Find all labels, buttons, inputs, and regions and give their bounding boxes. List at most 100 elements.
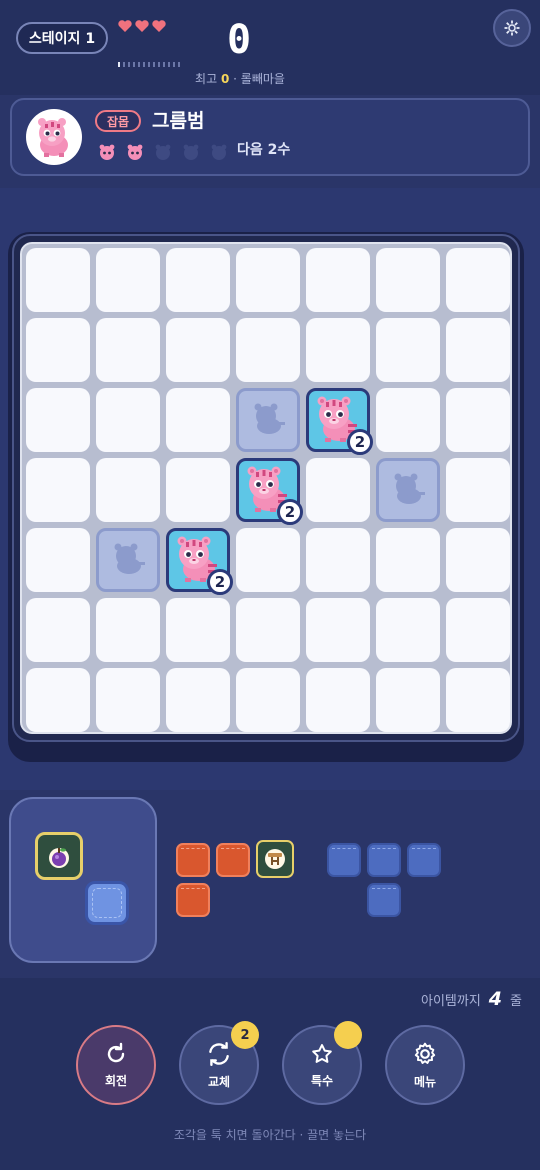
empty-cell[interactable] xyxy=(166,668,230,732)
empty-cell[interactable] xyxy=(446,388,510,452)
empty-cell[interactable] xyxy=(376,318,440,382)
orange-block[interactable] xyxy=(176,883,210,917)
empty-cell[interactable] xyxy=(376,668,440,732)
empty-cell[interactable] xyxy=(236,528,300,592)
menu-button[interactable]: 메뉴 xyxy=(385,1025,465,1105)
tiger-tile[interactable]: 2 xyxy=(306,388,373,455)
combo-tick xyxy=(133,62,135,67)
combo-meter xyxy=(118,62,180,67)
blue-block[interactable] xyxy=(327,843,361,877)
special-badge xyxy=(334,1021,362,1049)
empty-cell[interactable] xyxy=(376,248,440,312)
empty-cell[interactable] xyxy=(236,248,300,312)
empty-cell[interactable] xyxy=(446,458,510,522)
empty-cell[interactable] xyxy=(306,248,370,312)
combo-tick xyxy=(118,62,120,67)
empty-cell[interactable] xyxy=(306,458,370,522)
orange-block[interactable] xyxy=(176,843,210,877)
level-badge: 2 xyxy=(277,499,303,525)
empty-cell[interactable] xyxy=(96,598,160,662)
gear-icon xyxy=(504,20,520,36)
pink-tiger-icon xyxy=(38,118,68,157)
empty-cell[interactable] xyxy=(446,528,510,592)
empty-cell[interactable] xyxy=(166,318,230,382)
best-value: 0 xyxy=(220,72,230,86)
swap-count-badge: 2 xyxy=(231,1021,259,1049)
best-label: 최고 xyxy=(195,72,218,86)
settings-button[interactable] xyxy=(493,9,531,47)
queued-tiger-icon xyxy=(125,142,145,162)
empty-cell[interactable] xyxy=(446,318,510,382)
tiger-tile[interactable]: 2 xyxy=(236,458,303,525)
empty-cell[interactable] xyxy=(166,388,230,452)
empty-cell[interactable] xyxy=(26,318,90,382)
empty-cell[interactable] xyxy=(236,668,300,732)
empty-cell[interactable] xyxy=(96,388,160,452)
empty-cell[interactable] xyxy=(26,458,90,522)
empty-cell[interactable] xyxy=(26,528,90,592)
empty-cell[interactable] xyxy=(446,248,510,312)
empty-cell[interactable] xyxy=(236,598,300,662)
stage-label: 스테이지 1 xyxy=(28,31,96,47)
next-piece-panel: 잡몹 그름범 다음 2수 xyxy=(10,98,530,176)
tiger-silhouette-icon xyxy=(388,468,428,512)
tiger-silhouette-icon xyxy=(108,538,148,582)
until-item-unit: 줄 xyxy=(510,994,522,1009)
empty-cell[interactable] xyxy=(96,458,160,522)
combo-tick xyxy=(153,62,155,67)
empty-cell[interactable] xyxy=(306,598,370,662)
hint-text: 조각을 툭 치면 돌아간다 · 끌면 놓는다 xyxy=(173,1128,367,1142)
combo-tick xyxy=(148,62,150,67)
empty-cell[interactable] xyxy=(306,528,370,592)
empty-cell[interactable] xyxy=(166,458,230,522)
combo-tick xyxy=(128,62,130,67)
empty-cell[interactable] xyxy=(306,668,370,732)
empty-cell[interactable] xyxy=(306,318,370,382)
empty-cell[interactable] xyxy=(26,668,90,732)
lamp-item-icon[interactable] xyxy=(256,840,294,878)
empty-cell[interactable] xyxy=(96,318,160,382)
ghost-tile[interactable] xyxy=(236,388,300,452)
empty-queue-icon xyxy=(181,142,201,162)
combo-tick xyxy=(163,62,165,67)
empty-cell[interactable] xyxy=(166,248,230,312)
swap-button[interactable]: 교체 2 xyxy=(179,1021,259,1105)
blue-block[interactable] xyxy=(407,843,441,877)
until-item-count: 4 xyxy=(488,988,503,1010)
empty-cell[interactable] xyxy=(236,318,300,382)
empty-cell[interactable] xyxy=(376,598,440,662)
blue-block[interactable] xyxy=(367,883,401,917)
piece-tray[interactable] xyxy=(9,797,157,963)
tiger-tile[interactable]: 2 xyxy=(166,528,233,595)
blue-block[interactable] xyxy=(85,881,129,925)
stage-indicator: 스테이지 1 xyxy=(16,22,108,54)
blue-block[interactable] xyxy=(367,843,401,877)
piece-rank-badge: 잡몹 xyxy=(95,110,141,132)
best-score-line: 최고 0 · 롤빼마을 xyxy=(190,70,290,87)
star-icon xyxy=(312,1043,332,1063)
combo-tick xyxy=(168,62,170,67)
gear-icon xyxy=(414,1042,436,1064)
next-piece-avatar xyxy=(26,109,82,165)
empty-cell[interactable] xyxy=(26,248,90,312)
empty-cell[interactable] xyxy=(26,388,90,452)
until-item-counter: 아이템까지 4 줄 xyxy=(421,988,522,1010)
rotate-button[interactable]: 회전 xyxy=(76,1025,156,1105)
empty-cell[interactable] xyxy=(166,598,230,662)
empty-cell[interactable] xyxy=(376,388,440,452)
empty-cell[interactable] xyxy=(376,528,440,592)
empty-cell[interactable] xyxy=(446,598,510,662)
combo-tick xyxy=(123,62,125,67)
ghost-tile[interactable] xyxy=(376,458,440,522)
empty-cell[interactable] xyxy=(96,248,160,312)
empty-cell[interactable] xyxy=(26,598,90,662)
empty-cell[interactable] xyxy=(446,668,510,732)
special-button[interactable]: 특수 xyxy=(282,1021,362,1105)
level-badge: 2 xyxy=(207,569,233,595)
rotate-icon xyxy=(107,1042,125,1062)
game-board[interactable]: 2 2 2 xyxy=(20,242,512,734)
orange-block[interactable] xyxy=(216,843,250,877)
empty-cell[interactable] xyxy=(96,668,160,732)
ghost-tile[interactable] xyxy=(96,528,160,592)
plum-item-icon[interactable] xyxy=(35,832,83,880)
